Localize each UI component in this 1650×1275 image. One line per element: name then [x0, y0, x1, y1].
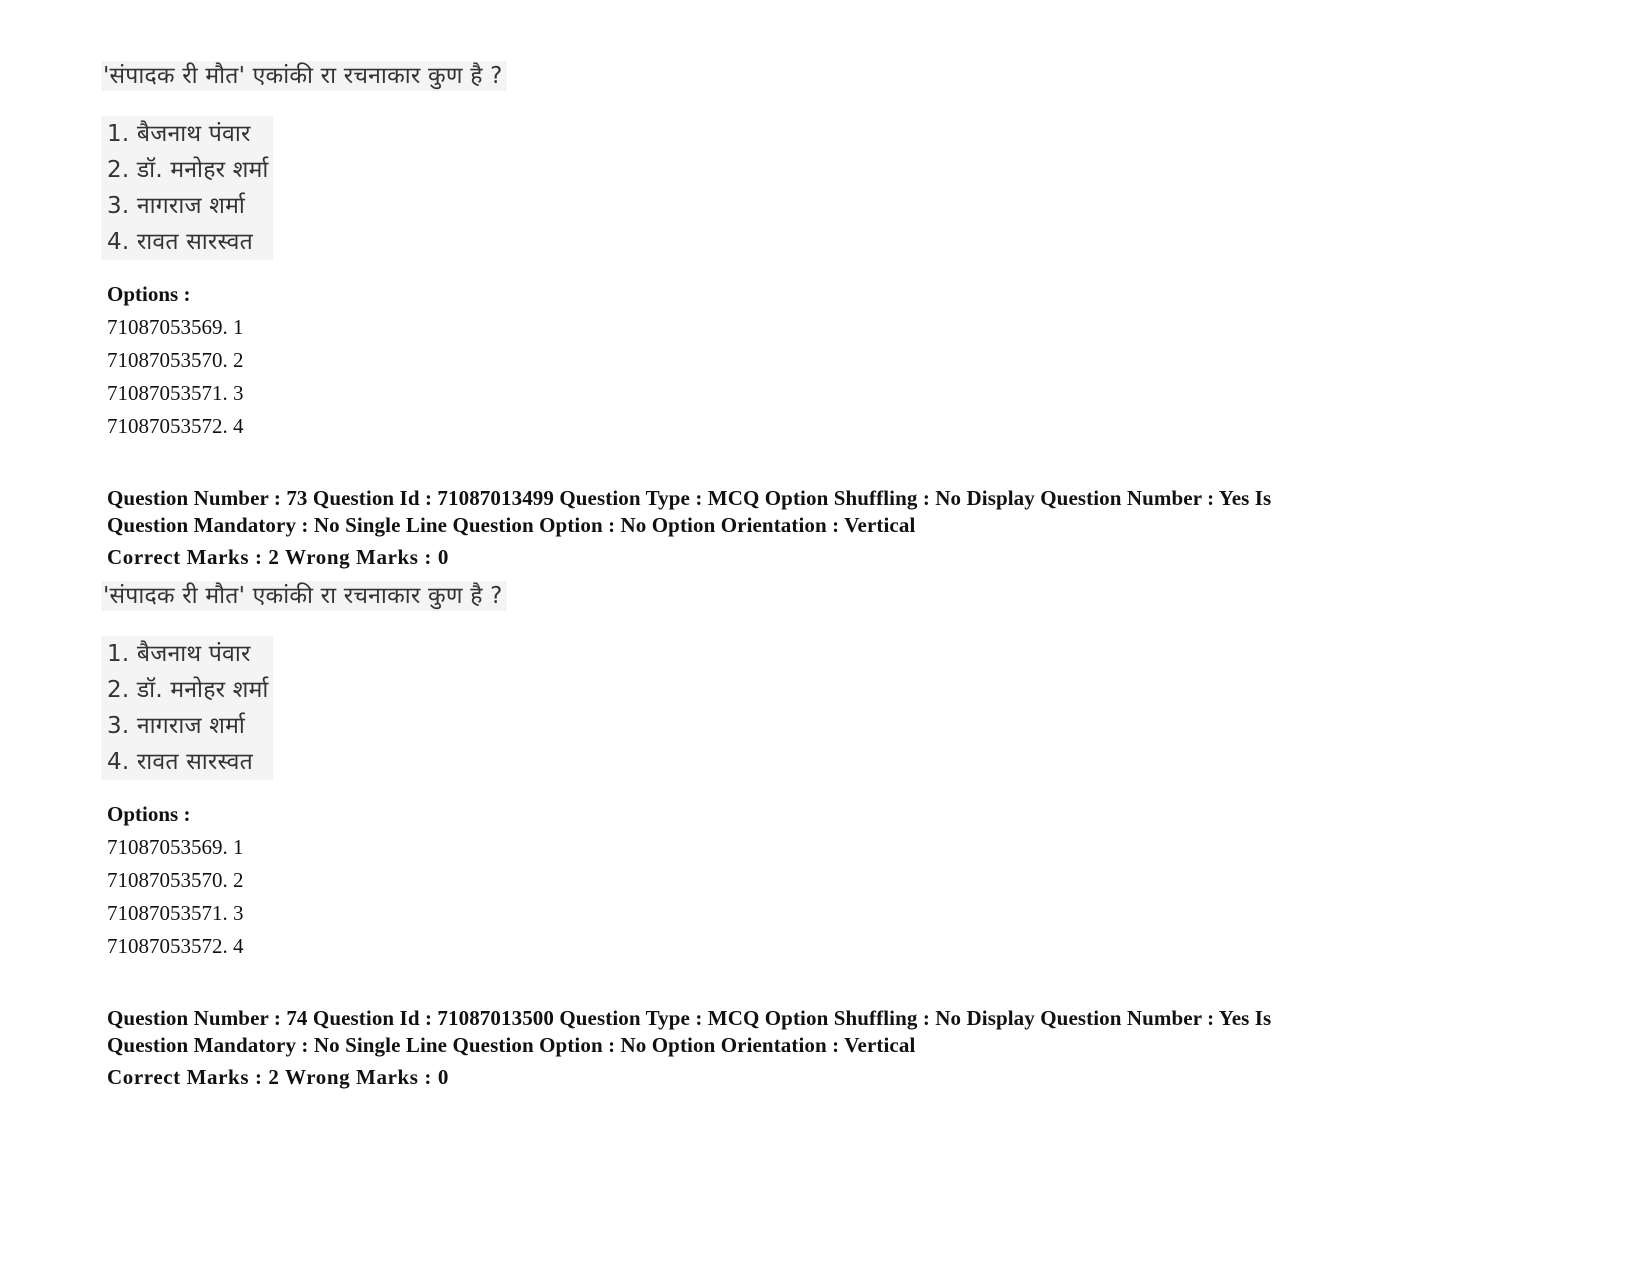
question-meta-line-1: Question Number : 73 Question Id : 71087…: [107, 486, 1272, 510]
option-item: 71087053571. 3: [107, 901, 244, 925]
question-74-meta: Question Number : 74 Question Id : 71087…: [107, 1005, 1527, 1059]
choice-2: 2. डॉ. मनोहर शर्मा: [107, 157, 269, 183]
question-text-image: 'संपादक री मौत' एकांकी रा रचनाकार कुण है…: [101, 581, 507, 611]
choice-2: 2. डॉ. मनोहर शर्मा: [107, 677, 269, 703]
question-meta-line-1: Question Number : 74 Question Id : 71087…: [107, 1006, 1272, 1030]
choices-image: 1. बैजनाथ पंवार 2. डॉ. मनोहर शर्मा 3. ना…: [101, 636, 273, 780]
question-73-meta: Question Number : 73 Question Id : 71087…: [107, 485, 1527, 539]
question-text-image: 'संपादक री मौत' एकांकी रा रचनाकार कुण है…: [101, 61, 507, 91]
options-label: Options :: [107, 802, 191, 826]
choice-4: 4. रावत सारस्वत: [107, 229, 253, 255]
choice-4: 4. रावत सारस्वत: [107, 749, 253, 775]
option-item: 71087053569. 1: [107, 315, 244, 339]
option-item: 71087053569. 1: [107, 835, 244, 859]
question-meta-line-2: Question Mandatory : No Single Line Ques…: [107, 513, 916, 537]
question-meta-line-2: Question Mandatory : No Single Line Ques…: [107, 1033, 916, 1057]
options-list: Options : 71087053569. 1 71087053570. 2 …: [107, 278, 244, 443]
choice-3: 3. नागराज शर्मा: [107, 713, 246, 739]
option-item: 71087053570. 2: [107, 348, 244, 372]
choice-3: 3. नागराज शर्मा: [107, 193, 246, 219]
question-74-marks: Correct Marks : 2 Wrong Marks : 0: [107, 1065, 449, 1089]
option-item: 71087053571. 3: [107, 381, 244, 405]
options-list: Options : 71087053569. 1 71087053570. 2 …: [107, 798, 244, 963]
question-73-marks: Correct Marks : 2 Wrong Marks : 0: [107, 545, 449, 569]
choice-1: 1. बैजनाथ पंवार: [107, 641, 251, 667]
option-item: 71087053572. 4: [107, 934, 244, 958]
options-label: Options :: [107, 282, 191, 306]
option-item: 71087053570. 2: [107, 868, 244, 892]
choices-image: 1. बैजनाथ पंवार 2. डॉ. मनोहर शर्मा 3. ना…: [101, 116, 273, 260]
option-item: 71087053572. 4: [107, 414, 244, 438]
choice-1: 1. बैजनाथ पंवार: [107, 121, 251, 147]
